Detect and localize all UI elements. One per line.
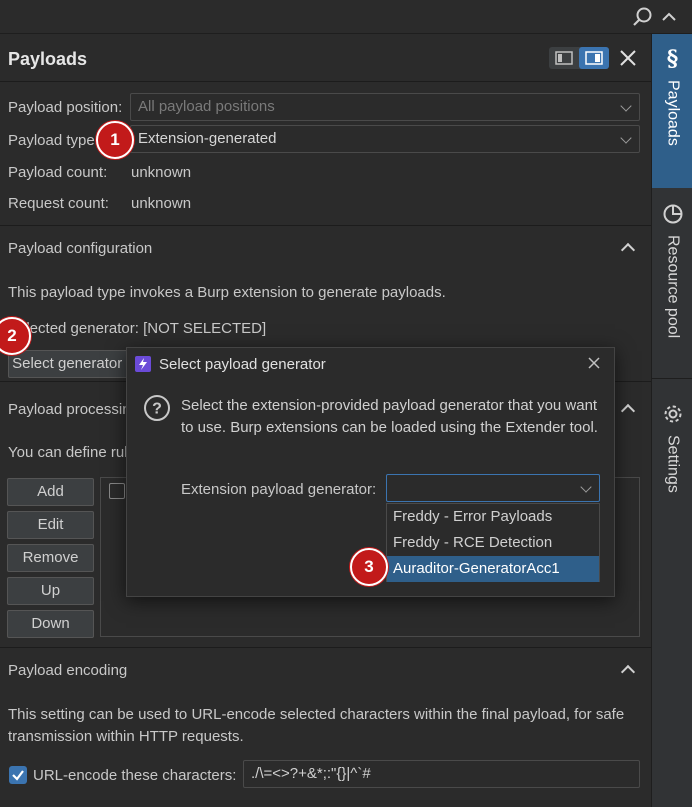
chevron-up-icon[interactable] [620, 403, 636, 419]
search-icon[interactable] [632, 6, 654, 28]
side-rail: § Payloads Resource pool Settings [651, 34, 692, 807]
request-count-value: unknown [131, 195, 192, 212]
payload-configuration-title: Payload configuration [8, 240, 153, 257]
remove-button[interactable]: Remove [7, 544, 94, 572]
check-icon [12, 770, 24, 781]
up-button[interactable]: Up [7, 577, 94, 605]
payload-type-value: Extension-generated [138, 130, 277, 147]
dollar-icon: § [666, 46, 679, 72]
tab-resource-pool[interactable]: Resource pool [652, 189, 692, 379]
generator-option[interactable]: Freddy - RCE Detection [387, 530, 599, 556]
svg-text:?: ? [152, 401, 162, 418]
annotation-badge: 3 [350, 548, 388, 586]
panel-title: Payloads [8, 49, 88, 69]
select-generator-button[interactable]: Select generator ... [8, 350, 143, 378]
chevron-down-icon [580, 481, 592, 493]
layout-toggle[interactable] [549, 47, 609, 69]
layout-right-button[interactable] [579, 47, 609, 69]
close-icon[interactable] [619, 49, 637, 67]
divider [0, 81, 651, 82]
layout-right-icon [585, 51, 603, 65]
payload-position-label: Payload position: [8, 99, 123, 116]
selected-generator-label: Selected generator: [NOT SELECTED] [8, 320, 267, 337]
payload-type-label: Payload type: [8, 132, 99, 149]
generator-dropdown-list: Freddy - Error Payloads Freddy - RCE Det… [386, 503, 600, 582]
layout-left-icon[interactable] [555, 51, 573, 65]
payload-position-select[interactable]: All payload positions [130, 93, 640, 121]
gear-icon [664, 405, 681, 423]
tab-payloads-label: Payloads [664, 80, 682, 146]
dialog-title: Select payload generator [159, 356, 326, 373]
chevron-up-icon[interactable] [620, 242, 636, 258]
question-icon: ? [144, 395, 170, 421]
url-encode-chars-input[interactable]: ./\=<>?+&*;:"{}|^`# [243, 760, 640, 788]
generator-label: Extension payload generator: [181, 481, 377, 498]
dialog-message: Select the extension-provided payload ge… [181, 397, 598, 436]
payload-encoding-title: Payload encoding [8, 662, 128, 679]
burp-icon [135, 356, 151, 372]
pie-chart-icon [663, 204, 682, 224]
divider [0, 647, 651, 648]
url-encode-checkbox[interactable] [9, 766, 27, 784]
generator-select[interactable] [386, 474, 600, 502]
add-button[interactable]: Add [7, 478, 94, 506]
config-description: This payload type invokes a Burp extensi… [8, 284, 446, 301]
close-icon[interactable] [588, 357, 600, 369]
generator-option-selected[interactable]: Auraditor-GeneratorAcc1 [387, 556, 599, 582]
payload-processing-title: Payload processing [8, 401, 139, 418]
generator-option[interactable]: Freddy - Error Payloads [387, 504, 599, 530]
annotation-badge: 1 [96, 121, 134, 159]
encoding-description: This setting can be used to URL-encode s… [8, 706, 625, 745]
request-count-label: Request count: [8, 195, 109, 212]
payload-type-select[interactable]: Extension-generated [130, 125, 640, 153]
payload-position-value: All payload positions [138, 98, 275, 115]
payload-count-label: Payload count: [8, 164, 108, 181]
tab-settings-label: Settings [664, 435, 682, 493]
tab-resource-pool-label: Resource pool [664, 235, 682, 339]
divider [0, 225, 651, 226]
down-button[interactable]: Down [7, 610, 94, 638]
table-checkbox[interactable] [109, 483, 125, 499]
top-bar [0, 0, 692, 34]
tab-payloads[interactable]: § Payloads [652, 34, 692, 188]
tab-settings[interactable]: Settings [652, 391, 692, 531]
chevron-down-icon [620, 132, 632, 144]
chevron-down-icon [620, 100, 632, 112]
url-encode-label: URL-encode these characters: [33, 767, 237, 784]
chevron-up-icon[interactable] [620, 664, 636, 680]
payload-count-value: unknown [131, 164, 192, 181]
chevron-up-icon[interactable] [660, 8, 678, 26]
edit-button[interactable]: Edit [7, 511, 94, 539]
